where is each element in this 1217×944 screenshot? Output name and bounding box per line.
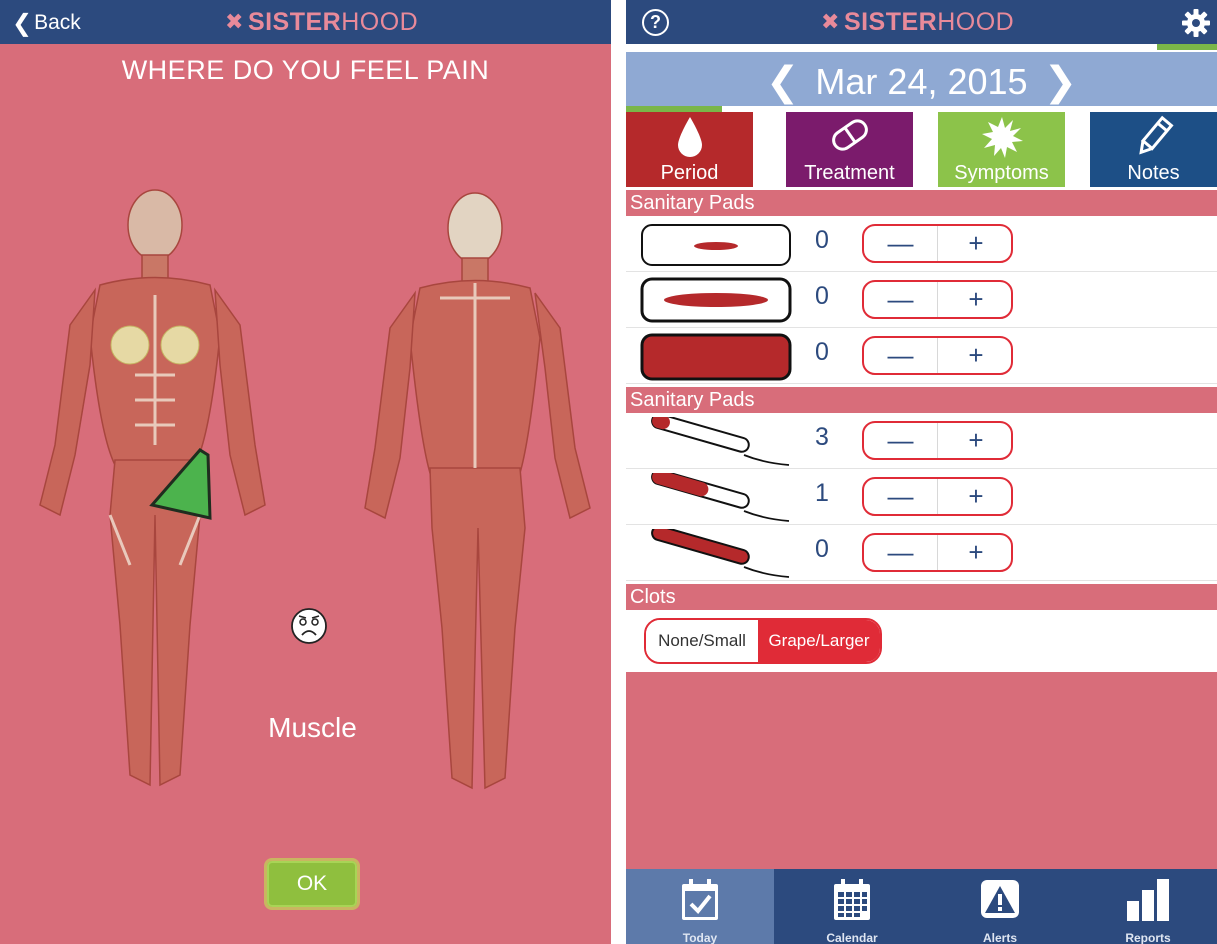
clots-option-large[interactable]: Grape/Larger [758,620,880,662]
pad-heavy-icon [640,333,792,381]
drop-icon [677,117,702,157]
pill-icon [831,119,868,151]
increment-button[interactable]: + [939,338,1011,373]
body-back-figure[interactable] [360,188,600,808]
list-item: 0 — + [626,328,1217,384]
current-date: Mar 24, 2015 [815,61,1028,102]
back-button[interactable]: ❮ Back [12,8,81,38]
pain-type-label: Muscle [268,712,357,743]
quantity-stepper: — + [862,477,1013,516]
pencil-icon [1138,115,1174,155]
section-header: Sanitary Pads [626,387,1217,413]
nav-calendar[interactable]: Calendar [778,869,926,944]
item-count: 0 [815,338,829,366]
body-front-figure[interactable] [30,185,270,805]
ok-button[interactable]: OK [264,858,360,910]
quantity-stepper: — + [862,421,1013,460]
nav-label: Calendar [826,931,878,944]
tab-symptoms[interactable]: Symptoms [938,112,1065,187]
app-bar: ? ✖ SISTER HOOD [626,0,1217,44]
worried-face-icon [291,608,327,644]
clots-toggle: None/Small Grape/Larger [644,618,882,664]
section-header: Clots [626,584,1217,610]
item-count: 0 [815,535,829,563]
nav-label: Today [682,931,718,944]
decrement-button[interactable]: — [864,479,938,514]
brand-icon: ✖ [225,9,244,34]
bottom-nav: Today Calendar Alerts Reports [626,869,1217,944]
brand-light: HOOD [937,7,1015,36]
quantity-stepper: — + [862,224,1013,263]
tab-label: Symptoms [954,162,1049,184]
tab-label: Period [660,162,719,184]
tampon-light-icon [651,417,790,466]
gear-icon[interactable] [1181,8,1211,38]
tab-label: Notes [1127,162,1180,184]
tab-period[interactable]: Period [626,112,753,187]
brand-strong: SISTER [247,7,342,36]
brand-strong: SISTER [843,7,938,36]
prev-date-button[interactable]: ❮ [760,62,806,102]
tampon-medium-icon [651,473,790,522]
item-count: 0 [815,226,829,254]
clots-option-small[interactable]: None/Small [646,620,758,662]
list-item: 0 — + [626,525,1217,581]
quantity-stepper: — + [862,280,1013,319]
increment-button[interactable]: + [939,535,1011,570]
calendar-check-icon [682,879,718,920]
alert-icon [981,880,1019,918]
nav-reports[interactable]: Reports [1074,869,1217,944]
bar-chart-icon [1127,879,1169,921]
page-title: WHERE DO YOU FEEL PAIN [121,55,490,85]
tab-treatment[interactable]: Treatment [786,112,913,187]
date-bar: ❮ Mar 24, 2015 ❯ [626,52,1217,112]
app-logo: ✖ SISTER HOOD [821,0,1014,44]
category-tabs: Period Treatment Symptoms Notes [626,112,1217,187]
next-date-button[interactable]: ❯ [1038,62,1084,102]
nav-alerts[interactable]: Alerts [926,869,1074,944]
section-header: Sanitary Pads [626,190,1217,216]
tab-notes[interactable]: Notes [1090,112,1217,187]
increment-button[interactable]: + [939,226,1011,261]
brand-light: HOOD [341,7,419,36]
nav-today[interactable]: Today [626,869,774,944]
decrement-button[interactable]: — [864,535,938,570]
tab-label: Treatment [804,162,895,184]
brand-icon: ✖ [821,9,840,34]
quantity-stepper: — + [862,336,1013,375]
pad-light-icon [641,224,791,266]
app-bar: ❮ Back ✖ SISTER HOOD [0,0,611,44]
chevron-left-icon: ❮ [12,9,33,37]
tampon-heavy-icon [651,529,790,578]
burst-icon [981,117,1023,158]
increment-button[interactable]: + [939,423,1011,458]
app-logo: ✖ SISTER HOOD [225,0,418,44]
pain-location-screen: ❮ Back ✖ SISTER HOOD WHERE DO YOU FEEL PA… [0,0,611,944]
item-count: 3 [815,423,829,451]
list-item: 0 — + [626,216,1217,272]
list-item: 1 — + [626,469,1217,525]
pad-medium-icon [640,277,792,323]
item-count: 0 [815,282,829,310]
decrement-button[interactable]: — [864,423,938,458]
decrement-button[interactable]: — [864,282,938,317]
quantity-stepper: — + [862,533,1013,572]
decrement-button[interactable]: — [864,338,938,373]
nav-label: Alerts [982,931,1017,944]
list-item: 0 — + [626,272,1217,328]
increment-button[interactable]: + [939,479,1011,514]
back-label: Back [34,11,81,34]
clots-row: None/Small Grape/Larger [626,610,1217,672]
empty-area [626,672,1217,870]
decrement-button[interactable]: — [864,226,938,261]
help-icon[interactable]: ? [642,9,669,36]
increment-button[interactable]: + [939,282,1011,317]
daily-log-screen: ? ✖ SISTER HOOD ❮ Mar 24, 2015 ❯ Period … [626,0,1217,944]
nav-label: Reports [1125,931,1171,944]
calendar-icon [834,879,870,920]
item-count: 1 [815,479,829,507]
list-item: 3 — + [626,413,1217,469]
